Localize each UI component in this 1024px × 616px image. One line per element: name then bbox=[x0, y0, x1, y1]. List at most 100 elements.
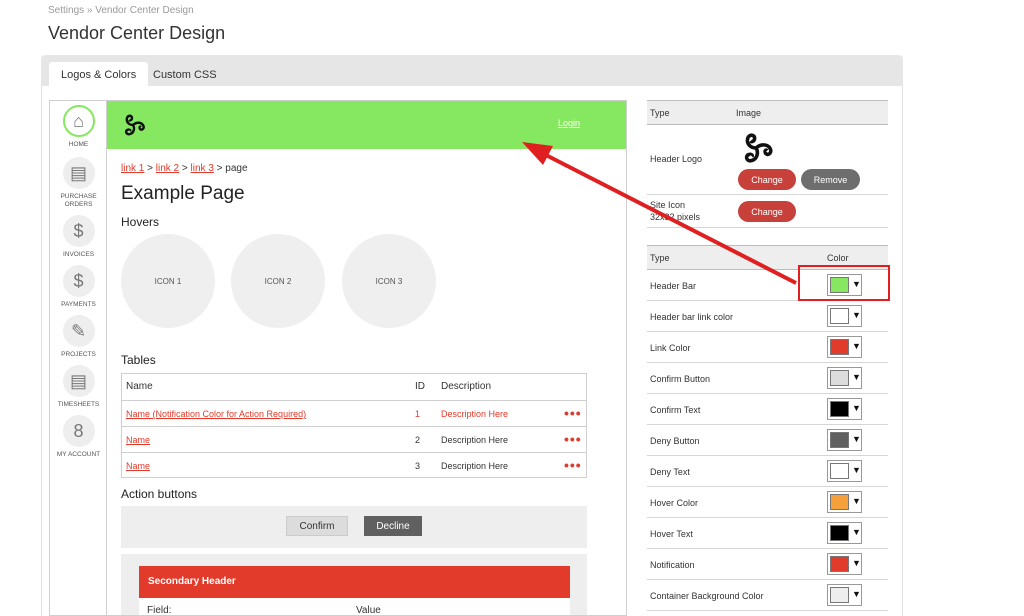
color-swatch bbox=[830, 556, 849, 572]
color-row: Hover Text ▼ bbox=[647, 518, 888, 549]
color-picker[interactable]: ▼ bbox=[827, 553, 862, 575]
change-site-icon-button[interactable]: Change bbox=[738, 201, 796, 222]
decline-button[interactable]: Decline bbox=[364, 516, 422, 536]
color-picker[interactable]: ▼ bbox=[827, 491, 862, 513]
color-swatch bbox=[830, 525, 849, 541]
nav-item-timesheets[interactable]: ▤ TIMESHEETS bbox=[50, 365, 107, 409]
color-row-label: Notification bbox=[650, 560, 695, 570]
color-row-label: Header Bar bbox=[650, 281, 697, 291]
example-page-title: Example Page bbox=[121, 183, 245, 204]
color-swatch bbox=[830, 432, 849, 448]
row-description: Description Here bbox=[441, 435, 509, 445]
preview-table: Name ID Description Name (Notification C… bbox=[121, 373, 587, 478]
row-name-link[interactable]: Name bbox=[126, 435, 150, 445]
table-row: Name (Notification Color for Action Requ… bbox=[122, 400, 586, 426]
crumb-current: page bbox=[225, 163, 248, 174]
tab-bar: Logos & Colors Custom CSS bbox=[41, 55, 903, 87]
row-name-link[interactable]: Name (Notification Color for Action Requ… bbox=[126, 409, 306, 419]
nav-label: TIMESHEETS bbox=[57, 401, 100, 408]
crumb-link-2[interactable]: link 2 bbox=[156, 163, 179, 174]
color-row: Notification ▼ bbox=[647, 549, 888, 580]
nav-label: PURCHASE ORDERS bbox=[60, 193, 97, 208]
more-options-icon[interactable]: ••• bbox=[564, 405, 582, 421]
nav-label: MY ACCOUNT bbox=[56, 451, 101, 458]
value-label: Value bbox=[356, 605, 381, 616]
color-picker[interactable]: ▼ bbox=[827, 584, 862, 606]
hovers-heading: Hovers bbox=[121, 215, 160, 229]
nav-item-purchase-orders[interactable]: ▤ PURCHASE ORDERS bbox=[50, 157, 107, 209]
crumb-link-1[interactable]: link 1 bbox=[121, 163, 144, 174]
color-picker[interactable]: ▼ bbox=[827, 398, 862, 420]
more-options-icon[interactable]: ••• bbox=[564, 431, 582, 447]
color-swatch bbox=[830, 587, 849, 603]
logo-settings-table: Type Image Header Logo Change Remove Sit… bbox=[647, 100, 888, 228]
secondary-body: Field: Value bbox=[139, 598, 570, 616]
color-swatch bbox=[830, 339, 849, 355]
login-link[interactable]: Login bbox=[558, 118, 580, 128]
hover-icon-3[interactable]: ICON 3 bbox=[342, 234, 436, 328]
color-row-label: Deny Button bbox=[650, 436, 700, 446]
crumb-sep: > bbox=[216, 163, 223, 174]
color-picker[interactable]: ▼ bbox=[827, 305, 862, 327]
triskele-logo-icon bbox=[736, 130, 776, 168]
more-options-icon[interactable]: ••• bbox=[564, 457, 582, 473]
nav-item-invoices[interactable]: $ INVOICES bbox=[50, 215, 107, 259]
nav-item-projects[interactable]: ✎ PROJECTS bbox=[50, 315, 107, 359]
row-description: Description Here bbox=[441, 461, 509, 471]
dollar-icon: $ bbox=[62, 215, 95, 247]
color-row: Link Color ▼ bbox=[647, 332, 888, 363]
logo-table-header: Type Image bbox=[647, 100, 888, 125]
color-row-label: Confirm Text bbox=[650, 405, 701, 415]
col-header-color: Color bbox=[827, 253, 849, 263]
row-name-link[interactable]: Name bbox=[126, 461, 150, 471]
color-picker[interactable]: ▼ bbox=[827, 336, 862, 358]
color-picker[interactable]: ▼ bbox=[827, 429, 862, 451]
row-id: 2 bbox=[415, 435, 421, 445]
nav-item-my-account[interactable]: 8 MY ACCOUNT bbox=[50, 415, 107, 459]
action-buttons-area: Confirm Decline bbox=[121, 506, 587, 548]
crumb-link-3[interactable]: link 3 bbox=[191, 163, 214, 174]
confirm-button[interactable]: Confirm bbox=[286, 516, 348, 536]
nav-label: PAYMENTS bbox=[61, 301, 96, 308]
table-row: Name 2 Description Here ••• bbox=[122, 426, 586, 452]
color-row-label: Hover Color bbox=[650, 498, 699, 508]
dollar-icon: $ bbox=[62, 265, 95, 297]
remove-logo-button[interactable]: Remove bbox=[801, 169, 860, 190]
color-row-label: Container Background Color bbox=[650, 591, 764, 601]
chevron-down-icon: ▼ bbox=[852, 434, 861, 444]
color-row-label: Confirm Button bbox=[650, 374, 711, 384]
preview-nav: ⌂ HOME ▤ PURCHASE ORDERS $ INVOICES $ PA… bbox=[50, 101, 107, 615]
nav-label: HOME bbox=[68, 141, 89, 148]
header-logo-row: Header Logo Change Remove bbox=[647, 125, 888, 195]
nav-item-payments[interactable]: $ PAYMENTS bbox=[50, 265, 107, 309]
row-description: Description Here bbox=[441, 409, 509, 419]
chevron-down-icon: ▼ bbox=[852, 496, 861, 506]
tables-heading: Tables bbox=[121, 353, 156, 367]
color-swatch bbox=[830, 370, 849, 386]
color-swatch bbox=[830, 308, 849, 324]
tab-logos-colors[interactable]: Logos & Colors bbox=[49, 62, 149, 87]
action-buttons-heading: Action buttons bbox=[121, 487, 198, 501]
color-swatch bbox=[830, 401, 849, 417]
color-picker[interactable]: ▼ bbox=[827, 460, 862, 482]
change-logo-button[interactable]: Change bbox=[738, 169, 796, 190]
col-header-id: ID bbox=[415, 381, 425, 392]
tab-custom-css[interactable]: Custom CSS bbox=[141, 62, 229, 87]
pencil-icon: ✎ bbox=[62, 315, 95, 347]
chevron-down-icon: ▼ bbox=[852, 403, 861, 413]
color-picker[interactable]: ▼ bbox=[827, 367, 862, 389]
row-id: 3 bbox=[415, 461, 421, 471]
document-icon: ▤ bbox=[62, 157, 95, 189]
color-row: Container Background Color ▼ bbox=[647, 580, 888, 611]
secondary-header: Secondary Header bbox=[139, 566, 570, 598]
color-swatch bbox=[830, 463, 849, 479]
page-title: Vendor Center Design bbox=[48, 23, 226, 43]
hover-icon-2[interactable]: ICON 2 bbox=[231, 234, 325, 328]
color-row: Confirm Button ▼ bbox=[647, 363, 888, 394]
nav-label: INVOICES bbox=[62, 251, 95, 258]
chevron-down-icon: ▼ bbox=[852, 341, 861, 351]
hover-icon-1[interactable]: ICON 1 bbox=[121, 234, 215, 328]
nav-item-home[interactable]: ⌂ HOME bbox=[50, 105, 107, 149]
color-picker[interactable]: ▼ bbox=[827, 522, 862, 544]
chevron-down-icon: ▼ bbox=[852, 310, 861, 320]
